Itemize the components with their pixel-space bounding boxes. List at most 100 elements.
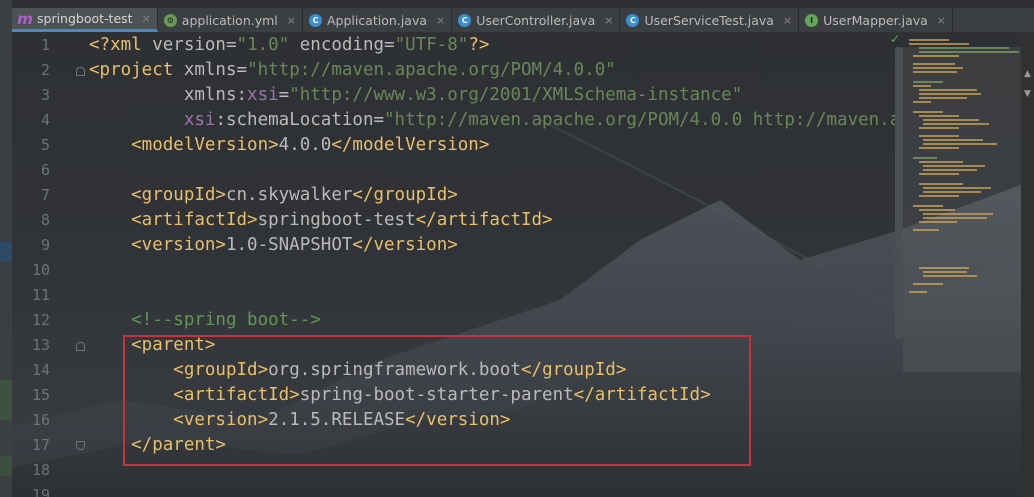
minimap-line [919,127,959,129]
value-version: "1.0" [236,35,290,55]
minimap-line [919,97,967,99]
code-line-2: <project xmlns="http://maven.apache.org/… [89,58,616,83]
minimap-line [923,187,991,189]
version-open-tag: <version> [89,235,226,255]
minimap-line [909,39,949,41]
equals: = [278,85,290,105]
version-close-tag: </version> [352,235,458,255]
attr-xmlns: xmlns [183,60,237,80]
minimap-line [913,111,943,113]
minimap-line [923,217,987,219]
minimap-line [919,89,977,91]
test-class-icon: C [626,13,640,27]
tab-application-java[interactable]: C Application.java × [303,8,453,32]
vertical-scrollbar[interactable] [895,47,903,339]
group-id-value: cn.skywalker [225,185,353,205]
code-minimap[interactable] [903,33,1021,497]
parent-highlight-box [123,335,751,466]
minimap-line [923,139,983,141]
minimap-line [919,161,963,163]
tab-close-icon[interactable]: × [142,12,151,25]
minimap-line [923,275,977,277]
no-problems-check-icon[interactable]: ✓ [890,32,900,46]
line-number: 10 [31,261,50,279]
tab-label: Application.java [327,12,428,28]
yml-icon: ⚙ [163,13,177,27]
minimap-line [909,291,927,293]
tab-close-icon[interactable]: × [604,14,613,27]
line-number: 16 [31,411,50,429]
code-line-1: <?xml version="1.0" encoding="UTF-8"?> [89,33,489,58]
code-line-9: <version>1.0-SNAPSHOT</version> [89,233,458,258]
class-icon: C [458,13,472,27]
value-xmlns: "http://maven.apache.org/POM/4.0.0" [247,60,616,80]
line-number: 5 [40,136,50,154]
fold-marker-icon[interactable] [76,342,85,351]
minimap-line [913,63,955,65]
tab-springboot-test[interactable]: m springboot-test × [12,8,158,32]
attr-schema-location: :schemaLocation= [215,110,385,130]
model-version-value: 4.0.0 [278,135,332,155]
attr-version: version [152,35,226,55]
minimap-line [913,229,939,231]
minimap-line [919,183,963,185]
tab-usercontroller-java[interactable]: C UserController.java × [452,8,621,32]
line-number: 2 [40,61,50,79]
minimap-line [913,67,963,69]
line-number: 12 [31,311,50,329]
tab-close-icon[interactable]: × [287,14,296,27]
line-number-gutter: 1 2 3 4 5 6 7 8 9 10 11 12 13 14 15 16 17 18 19 [12,33,85,497]
version-value: 1.0-SNAPSHOT [225,235,353,255]
code-line-4: xsi:schemaLocation="http://maven.apache.… [89,108,901,133]
xml-declaration-close: ?> [468,35,490,55]
line-number: 19 [31,486,50,497]
artifact-id-open-tag: <artifactId> [89,210,258,230]
line-number: 14 [31,361,50,379]
minimap-line [913,71,957,73]
namespace-xsi: xsi [247,85,279,105]
line-number: 8 [40,211,50,229]
model-version-close-tag: </modelVersion> [331,135,490,155]
tab-label: UserController.java [476,12,596,28]
code-line-7: <groupId>cn.skywalker</groupId> [89,183,458,208]
line-number: 6 [40,161,50,179]
minimap-line [923,143,997,145]
artifact-id-close-tag: </artifactId> [415,210,553,230]
minimap-line [919,115,959,117]
line-number: 18 [31,461,50,479]
minimap-line [919,147,959,149]
tab-label: UserMapper.java [823,12,928,28]
minimap-line [913,157,937,159]
attr-xmlns-prefix: xmlns: [89,85,248,105]
line-number: 4 [40,111,50,129]
spring-boot-comment: <!--spring boot--> [89,310,321,330]
tab-usermapper-java[interactable]: I UserMapper.java × [799,8,954,32]
minimap-line [919,173,959,175]
minimap-line [909,43,969,45]
tab-label: springboot-test [37,11,133,26]
tab-close-icon[interactable]: × [937,14,946,27]
fold-marker-icon[interactable] [76,67,85,76]
group-id-close-tag: </groupId> [352,185,458,205]
minimap-line [923,271,967,273]
right-tool-strip: ▲ ▼ [1021,33,1034,497]
fold-marker-icon[interactable] [76,441,85,450]
scroll-up-arrow-icon[interactable]: ▲ [1024,69,1031,79]
tab-label: UserServiceTest.java [644,12,774,28]
minimap-line [913,81,943,83]
line-number: 3 [40,86,50,104]
left-strip-marker [0,456,12,476]
tab-userservicetest-java[interactable]: C UserServiceTest.java × [620,8,800,32]
tab-close-icon[interactable]: × [783,14,792,27]
project-tag: <project [89,60,184,80]
minimap-line [919,93,981,95]
minimap-line [919,267,969,269]
scroll-down-arrow-icon[interactable]: ▼ [1024,89,1031,99]
equals: = [384,35,395,55]
minimap-line [923,191,981,193]
tab-close-icon[interactable]: × [436,14,445,27]
minimap-line [919,47,1009,49]
line-number: 13 [31,336,50,354]
tab-application-yml[interactable]: ⚙ application.yml × [158,8,303,32]
group-id-open-tag: <groupId> [89,185,226,205]
